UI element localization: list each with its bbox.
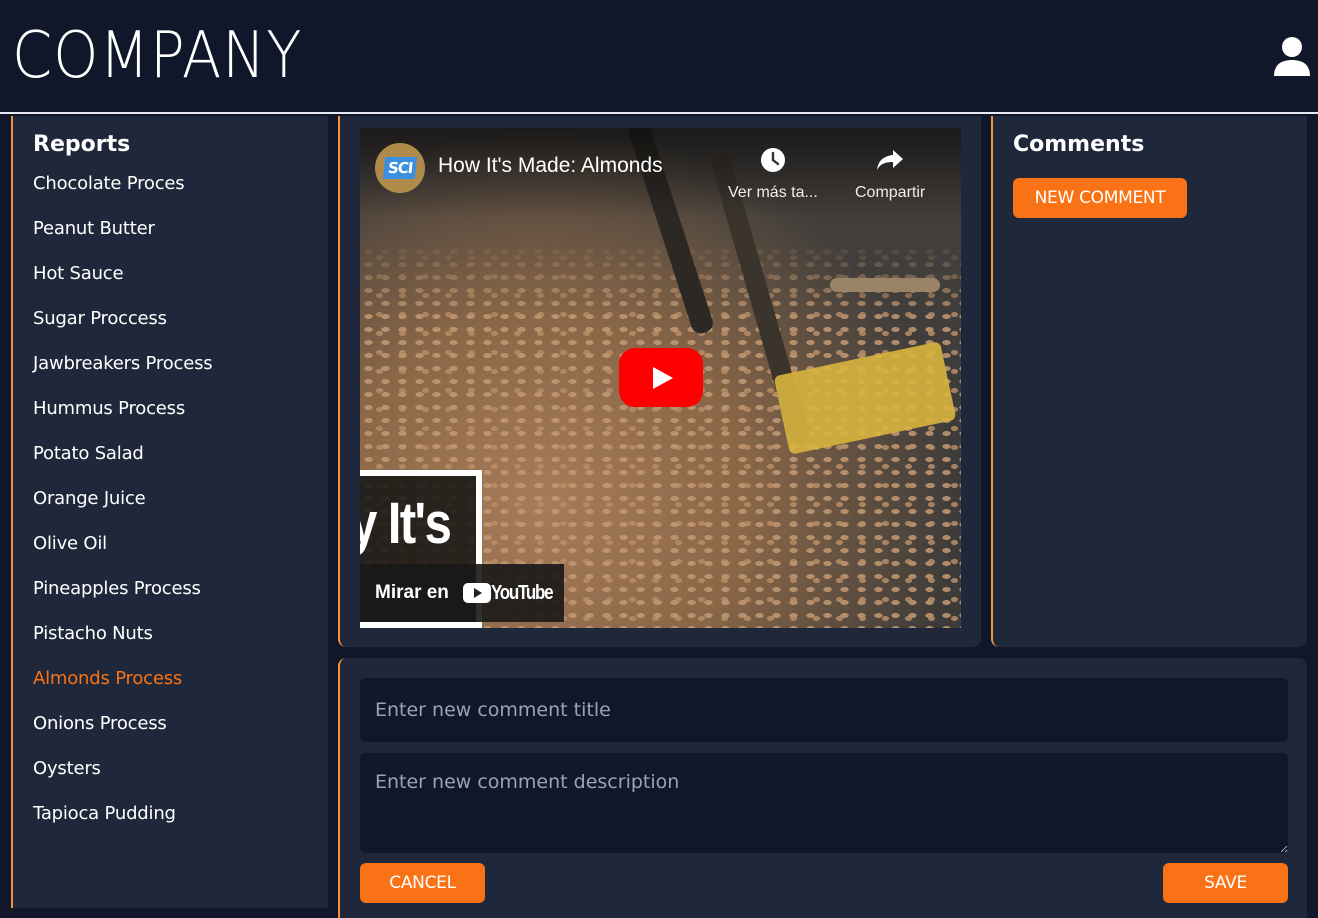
sidebar-item-pineapples-process[interactable]: Pineapples Process bbox=[33, 575, 328, 620]
report-list: Chocolate Proces Peanut Butter Hot Sauce Su… bbox=[33, 170, 328, 845]
comment-title-input[interactable] bbox=[360, 678, 1288, 742]
user-icon-svg bbox=[1274, 37, 1310, 76]
sidebar-item-pistacho-nuts[interactable]: Pistacho Nuts bbox=[33, 620, 328, 665]
share-arrow-icon bbox=[877, 150, 904, 170]
comments-panel: Comments NEW COMMENT bbox=[991, 116, 1307, 647]
play-icon bbox=[653, 366, 673, 389]
channel-avatar[interactable]: SCI bbox=[375, 143, 425, 193]
youtube-play-icon bbox=[462, 583, 491, 603]
clock-icon bbox=[760, 148, 785, 172]
reports-heading: Reports bbox=[33, 132, 131, 157]
video-title[interactable]: How It's Made: Almonds bbox=[438, 154, 663, 178]
share-button[interactable]: Compartir bbox=[855, 146, 925, 202]
play-button[interactable] bbox=[619, 348, 703, 407]
sidebar-item-hummus-process[interactable]: Hummus Process bbox=[33, 395, 328, 440]
youtube-logo: YouTube bbox=[462, 581, 563, 605]
sidebar-item-jawbreakers-process[interactable]: Jawbreakers Process bbox=[33, 350, 328, 395]
sidebar-item-onions-process[interactable]: Onions Process bbox=[33, 710, 328, 755]
user-icon[interactable] bbox=[1273, 36, 1311, 78]
share-label: Compartir bbox=[855, 184, 926, 201]
watch-on-youtube-button[interactable]: Mirar en YouTube bbox=[360, 564, 564, 622]
new-comment-button[interactable]: NEW COMMENT bbox=[1013, 178, 1187, 218]
sidebar-item-almonds-process[interactable]: Almonds Process bbox=[33, 665, 328, 710]
comments-heading: Comments bbox=[1013, 132, 1145, 157]
how-its-made-text: y It's bbox=[360, 491, 452, 556]
save-button[interactable]: SAVE bbox=[1163, 863, 1288, 903]
watch-later-button[interactable]: Ver más ta... bbox=[728, 146, 818, 202]
video-thumbnail-spring bbox=[830, 278, 940, 292]
reports-sidebar: Reports Chocolate Proces Peanut Butter Hot… bbox=[11, 116, 328, 908]
sidebar-item-tapioca-pudding[interactable]: Tapioca Pudding bbox=[33, 800, 328, 845]
sidebar-item-potato-salad[interactable]: Potato Salad bbox=[33, 440, 328, 485]
sidebar-item-orange-juice[interactable]: Orange Juice bbox=[33, 485, 328, 530]
sidebar-item-peanut-butter[interactable]: Peanut Butter bbox=[33, 215, 328, 260]
sidebar-item-sugar-proccess[interactable]: Sugar Proccess bbox=[33, 305, 328, 350]
app-header: COMPANY bbox=[0, 0, 1318, 114]
watch-later-label: Ver más ta... bbox=[728, 184, 818, 201]
cancel-button[interactable]: CANCEL bbox=[360, 863, 485, 903]
new-comment-form: CANCEL SAVE bbox=[338, 658, 1307, 918]
youtube-wordmark: YouTube bbox=[490, 581, 554, 604]
sidebar-item-olive-oil[interactable]: Olive Oil bbox=[33, 530, 328, 575]
comment-description-input[interactable] bbox=[360, 753, 1288, 853]
sidebar-item-hot-sauce[interactable]: Hot Sauce bbox=[33, 260, 328, 305]
channel-badge: SCI bbox=[382, 157, 418, 179]
sidebar-item-oysters[interactable]: Oysters bbox=[33, 755, 328, 800]
sidebar-item-chocolate-proces[interactable]: Chocolate Proces bbox=[33, 170, 328, 215]
company-logo[interactable]: COMPANY bbox=[12, 18, 302, 94]
watch-on-label: Mirar en bbox=[375, 582, 449, 603]
video-panel: SCI How It's Made: Almonds Ver más ta...… bbox=[338, 116, 981, 647]
embedded-video[interactable]: SCI How It's Made: Almonds Ver más ta...… bbox=[360, 128, 961, 628]
